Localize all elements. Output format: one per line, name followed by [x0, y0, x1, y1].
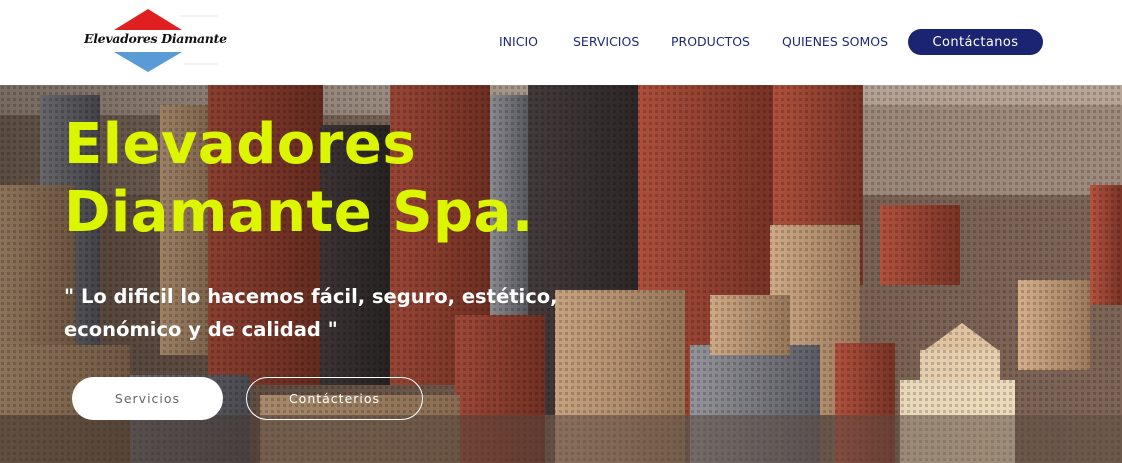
contact-button[interactable]: Contácterios — [246, 377, 423, 420]
hero-title: Elevadores Diamante Spa. — [64, 111, 764, 247]
logo-wordmark: Elevadores Diamante — [84, 31, 227, 46]
nav-quienes-somos[interactable]: QUIENES SOMOS — [782, 34, 888, 49]
hero-title-line-1: Elevadores — [64, 112, 417, 177]
hero-title-line-2: Diamante Spa. — [64, 180, 534, 245]
hero-slogan: " Lo dificil lo hacemos fácil, seguro, e… — [64, 280, 584, 346]
hero-slogan-line-2: económico y de calidad " — [64, 318, 338, 341]
site-header: Elevadores Diamante INICIO SERVICIOS PRO… — [0, 0, 1122, 85]
company-logo[interactable]: Elevadores Diamante — [80, 8, 227, 74]
services-button[interactable]: Servicios — [72, 377, 223, 420]
nav-servicios[interactable]: SERVICIOS — [573, 34, 639, 49]
contact-cta-button[interactable]: Contáctanos — [908, 29, 1043, 55]
nav-productos[interactable]: PRODUCTOS — [671, 34, 750, 49]
hero-slogan-line-1: " Lo dificil lo hacemos fácil, seguro, e… — [64, 285, 558, 308]
nav-inicio[interactable]: INICIO — [499, 34, 538, 49]
hero-section: Elevadores Diamante Spa. " Lo dificil lo… — [0, 85, 1122, 463]
